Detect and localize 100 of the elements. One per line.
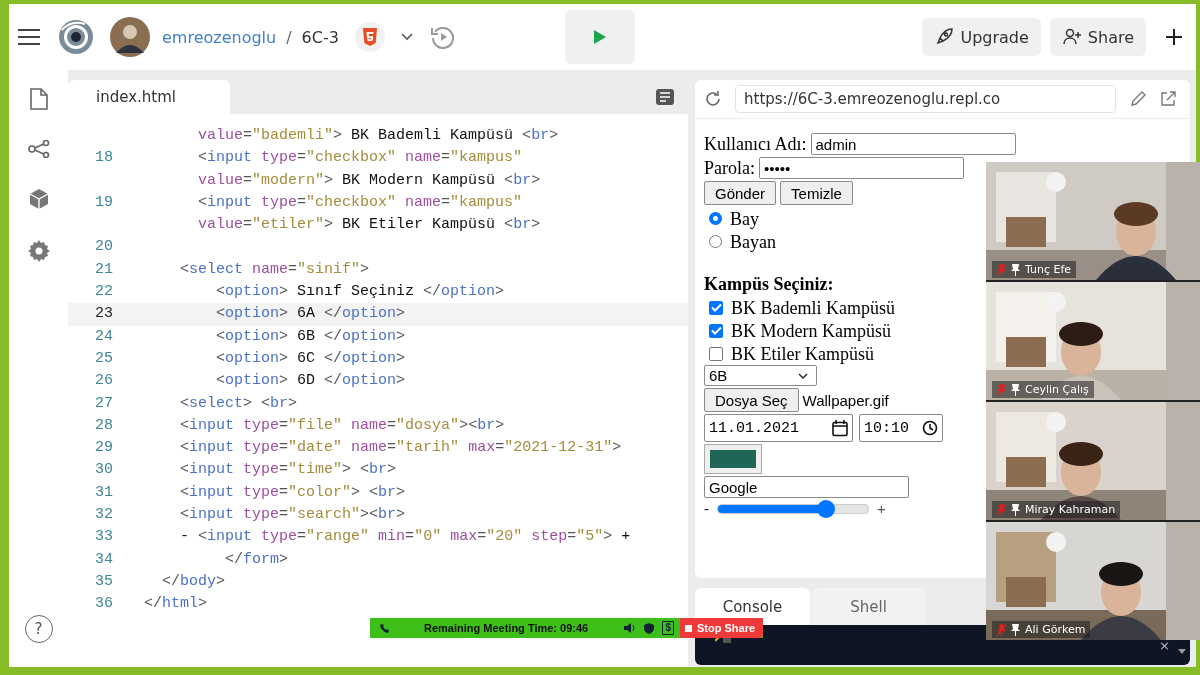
line-number: 26 bbox=[94, 371, 113, 392]
line-number: 18 bbox=[94, 148, 113, 169]
pin-icon bbox=[1011, 263, 1020, 276]
caret-icon[interactable] bbox=[1178, 649, 1186, 654]
code-line: - <input type="range" min="0" max="20" step="5"> + bbox=[179, 527, 631, 548]
section-heading: Kampüs Seçiniz: bbox=[704, 273, 835, 295]
checkbox[interactable] bbox=[709, 300, 723, 315]
path-separator: / bbox=[286, 27, 292, 47]
color-picker[interactable] bbox=[704, 444, 762, 474]
code-line: <option> 6D </option> bbox=[215, 371, 406, 392]
line-number: 31 bbox=[94, 482, 113, 503]
pencil-icon[interactable] bbox=[1130, 91, 1146, 107]
menu-icon[interactable] bbox=[18, 29, 40, 45]
code-line: value="bademli"> BK Bademli Kampüsü <br> bbox=[197, 126, 559, 146]
speaker-icon[interactable] bbox=[624, 623, 637, 633]
radio-label: Bay bbox=[730, 207, 759, 230]
plus-label: + bbox=[877, 500, 886, 517]
minus-label: - bbox=[704, 500, 709, 517]
chevron-down-icon bbox=[798, 372, 808, 379]
code-area[interactable] bbox=[68, 114, 688, 667]
code-line: </form> bbox=[224, 549, 289, 570]
search-field[interactable]: Google bbox=[704, 476, 909, 498]
chevron-down-icon[interactable] bbox=[400, 33, 413, 41]
field-label: Kullanıcı Adı: bbox=[704, 133, 807, 155]
pin-icon bbox=[1011, 503, 1020, 516]
class-select[interactable]: 6B bbox=[704, 365, 817, 386]
user-link[interactable]: emreozenoglu bbox=[162, 27, 277, 47]
calendar-icon[interactable] bbox=[832, 419, 848, 437]
file-icon[interactable] bbox=[29, 88, 48, 110]
add-user-icon bbox=[1061, 27, 1082, 47]
url-field[interactable]: https://6C-3.emreozenoglu.repl.co bbox=[735, 85, 1116, 113]
external-link-icon[interactable] bbox=[1160, 91, 1176, 107]
upgrade-button[interactable]: Upgrade bbox=[922, 18, 1041, 56]
radio-label: Bayan bbox=[730, 230, 776, 253]
stop-share-button[interactable]: Stop Share bbox=[680, 618, 764, 638]
checkbox-label: BK Modern Kampüsü bbox=[731, 319, 891, 342]
line-number: 20 bbox=[94, 237, 113, 258]
radio-button[interactable] bbox=[709, 212, 722, 225]
form-button[interactable]: Temizle bbox=[780, 181, 853, 205]
code-line: <input type="checkbox" name="kampus" bbox=[197, 148, 523, 169]
form-button[interactable]: Gönder bbox=[704, 181, 777, 205]
checkbox[interactable] bbox=[709, 346, 723, 361]
phone-icon[interactable] bbox=[380, 623, 390, 633]
share-button[interactable]: Share bbox=[1049, 18, 1146, 56]
logo-icon[interactable] bbox=[57, 18, 95, 56]
participant-name: Ali Görkem bbox=[1025, 623, 1086, 636]
close-button[interactable]: × bbox=[1159, 639, 1170, 652]
line-number: 23 bbox=[94, 304, 113, 325]
pin-icon bbox=[1011, 383, 1020, 396]
code-line: <input type="date" name="tarih" max="2021-12-31"> bbox=[179, 438, 622, 459]
checkbox[interactable] bbox=[709, 323, 723, 338]
line-number: 29 bbox=[94, 438, 113, 459]
pin-icon bbox=[1011, 623, 1020, 636]
repl-name[interactable]: 6C-3 bbox=[301, 27, 339, 47]
line-number: 21 bbox=[94, 259, 113, 280]
line-number: 22 bbox=[94, 282, 113, 303]
checkbox-label: BK Etiler Kampüsü bbox=[731, 342, 874, 365]
rocket-icon bbox=[934, 27, 955, 47]
participant-name: Tunç Efe bbox=[1025, 263, 1072, 276]
line-number: 33 bbox=[94, 527, 113, 548]
code-line: </body> bbox=[161, 571, 226, 592]
line-number: 27 bbox=[94, 393, 113, 414]
plus-icon[interactable] bbox=[1166, 29, 1182, 45]
file-name: Wallpaper.gif bbox=[802, 391, 889, 409]
checkbox-label: BK Bademli Kampüsü bbox=[731, 296, 895, 319]
history-icon[interactable] bbox=[429, 24, 456, 50]
line-number: 36 bbox=[94, 594, 113, 615]
console-tab[interactable]: Shell bbox=[811, 588, 926, 625]
username-field[interactable]: admin bbox=[810, 133, 1016, 155]
code-line: <input type="checkbox" name="kampus" bbox=[197, 192, 523, 213]
code-line: <input type="file" name="dosya"><br> bbox=[179, 415, 505, 436]
line-number: 24 bbox=[94, 326, 113, 347]
line-number: 32 bbox=[94, 505, 113, 526]
line-number: 35 bbox=[94, 571, 113, 592]
billing-button[interactable]: $ bbox=[662, 621, 674, 635]
share-nodes-icon[interactable] bbox=[27, 140, 50, 158]
code-line: <select name="sinif"> bbox=[179, 259, 370, 280]
document-icon[interactable] bbox=[656, 89, 674, 105]
password-field[interactable]: ••••• bbox=[759, 157, 964, 179]
date-field[interactable]: 11.01.2021 bbox=[704, 414, 853, 442]
code-line: <option> 6C </option> bbox=[215, 348, 406, 369]
code-line: value="modern"> BK Modern Kampüsü <br> bbox=[197, 170, 541, 191]
shield-icon[interactable] bbox=[644, 622, 655, 634]
code-line: <option> 6B </option> bbox=[215, 326, 406, 347]
refresh-icon[interactable] bbox=[705, 91, 721, 107]
code-line: <option> Sınıf Seçiniz </option> bbox=[215, 282, 505, 303]
line-number: 19 bbox=[94, 192, 113, 213]
line-number: 28 bbox=[94, 415, 113, 436]
field-label: Parola: bbox=[704, 157, 755, 179]
file-tab[interactable]: index.html bbox=[68, 80, 230, 114]
avatar[interactable] bbox=[110, 17, 150, 57]
settings-icon[interactable] bbox=[27, 240, 50, 262]
cube-icon[interactable] bbox=[28, 188, 49, 210]
file-button[interactable]: Dosya Seç bbox=[704, 388, 799, 412]
line-number: 25 bbox=[94, 348, 113, 369]
time-field[interactable]: 10:10 bbox=[859, 414, 943, 442]
code-line: </html> bbox=[144, 594, 208, 615]
html5-icon[interactable] bbox=[354, 22, 385, 52]
clock-icon[interactable] bbox=[922, 420, 938, 436]
participant-name: Ceylin Çalış bbox=[1025, 383, 1089, 396]
